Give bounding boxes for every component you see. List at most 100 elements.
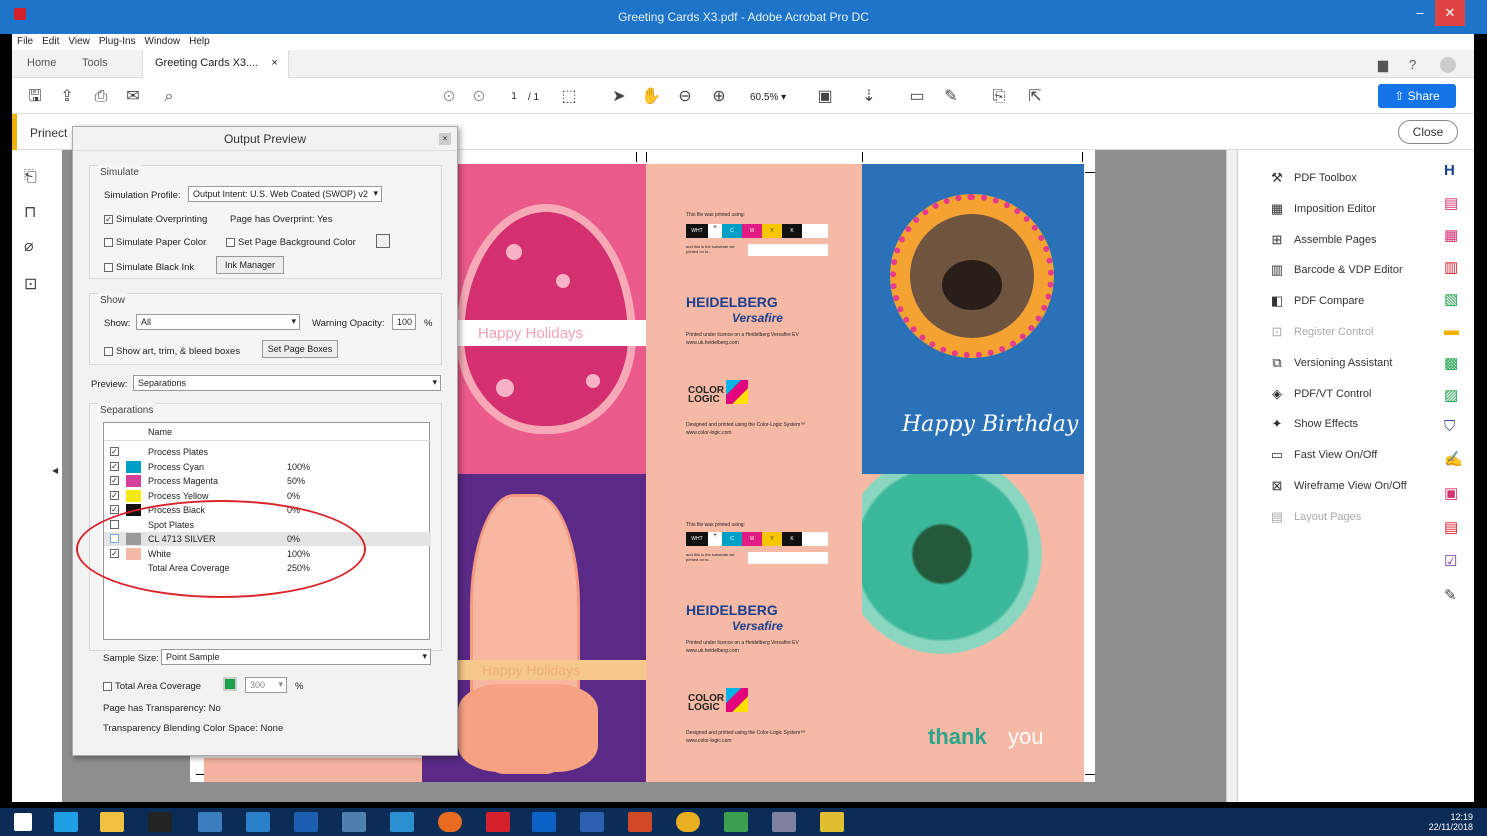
bookmark-icon[interactable]: ⊓	[24, 202, 36, 222]
edit-pdf-icon[interactable]: ▧	[1444, 290, 1458, 308]
app-icon[interactable]	[390, 812, 414, 832]
print-icon[interactable]: ⎙	[90, 86, 112, 108]
save-icon[interactable]: 🖫	[24, 86, 46, 108]
tool-item[interactable]: ⊠ Wireframe View On/Off	[1268, 478, 1407, 494]
email-icon[interactable]: ✉	[122, 86, 144, 108]
search-icon[interactable]: ⌕	[158, 86, 180, 108]
tool-item[interactable]: ⚒ PDF Toolbox	[1268, 170, 1357, 186]
powerpoint-icon[interactable]	[628, 812, 652, 832]
tool-item[interactable]: ◈ PDF/VT Control	[1268, 386, 1371, 402]
set-page-boxes-button[interactable]: Set Page Boxes	[262, 340, 338, 358]
upload-icon[interactable]: ⇪	[56, 86, 78, 108]
heidelberg-h-icon[interactable]: H	[1444, 162, 1455, 179]
word-icon[interactable]	[580, 812, 604, 832]
show-boxes-checkbox[interactable]: Show art, trim, & bleed boxes	[104, 346, 240, 357]
select-tool-icon[interactable]: ➤	[608, 86, 630, 108]
menu-window[interactable]: Window	[140, 34, 185, 47]
account-icon[interactable]	[1440, 57, 1456, 73]
separation-checkbox[interactable]: ✓	[110, 446, 122, 457]
zoom-out-icon[interactable]: ⊖	[674, 86, 696, 108]
tac-color-swatch[interactable]	[223, 677, 237, 691]
system-tray[interactable]: 12:19 22/11/2018	[1429, 812, 1473, 832]
tool-item[interactable]: ▤ Layout Pages	[1268, 509, 1361, 525]
app-icon[interactable]	[820, 812, 844, 832]
page-display-icon[interactable]: ▣	[814, 86, 836, 108]
show-select[interactable]: All ▾	[136, 314, 300, 330]
print-production-icon[interactable]: ▨	[1444, 386, 1458, 404]
separation-checkbox[interactable]: ✓	[110, 490, 122, 500]
organize-icon[interactable]: ▦	[1444, 226, 1458, 244]
separation-row[interactable]: ✓ Process Yellow 0%	[104, 489, 431, 503]
firefox-icon[interactable]	[438, 812, 462, 832]
cmd-icon[interactable]	[148, 812, 172, 832]
tool-item[interactable]: ⧉ Versioning Assistant	[1268, 355, 1392, 371]
attachment-icon[interactable]: ⌀	[24, 236, 34, 256]
zoom-select[interactable]: 60.5% ▾	[750, 92, 786, 103]
comment-tool-icon[interactable]: ▭	[906, 86, 928, 108]
pdf-create-icon[interactable]: ⎘	[988, 86, 1010, 108]
simulate-overprinting-checkbox[interactable]: ✓ Simulate Overprinting	[104, 214, 207, 225]
vertical-scrollbar[interactable]	[1226, 150, 1237, 802]
outlook-icon[interactable]	[532, 812, 556, 832]
dialog-close-button[interactable]: ×	[439, 133, 451, 145]
zoom-in-icon[interactable]: ⊕	[708, 86, 730, 108]
simulate-paper-color-checkbox[interactable]: Simulate Paper Color	[104, 237, 206, 248]
tac-checkbox[interactable]: Total Area Coverage	[103, 681, 201, 692]
tab-home[interactable]: Home	[27, 57, 56, 69]
menu-view[interactable]: View	[63, 34, 94, 47]
app-icon[interactable]	[342, 812, 366, 832]
tool-item[interactable]: ◧ PDF Compare	[1268, 293, 1364, 309]
page-number-input[interactable]: 1	[504, 88, 524, 106]
page-bg-color-swatch[interactable]	[376, 234, 390, 248]
menu-help[interactable]: Help	[184, 34, 214, 47]
tool-item[interactable]: ▦ Imposition Editor	[1268, 201, 1376, 217]
export-pdf-icon[interactable]: ▥	[1444, 258, 1458, 276]
tool-item[interactable]: ⊡ Register Control	[1268, 324, 1374, 340]
chrome-icon[interactable]	[676, 812, 700, 832]
acrobat-taskbar-icon[interactable]	[486, 812, 510, 832]
powershell-icon[interactable]	[294, 812, 318, 832]
comment-tool-rail-icon[interactable]: ▬	[1444, 322, 1459, 339]
separation-checkbox[interactable]: ✓	[110, 461, 122, 471]
separation-row[interactable]: ✓ Process Cyan 100%	[104, 460, 431, 474]
prepare-form-icon[interactable]: ▣	[1444, 484, 1458, 502]
highlight-icon[interactable]: ✎	[940, 86, 962, 108]
close-tool-button[interactable]: Close	[1398, 120, 1458, 144]
more-tools-icon[interactable]: ✎	[1444, 586, 1457, 604]
send-for-review-icon[interactable]: ▤	[1444, 518, 1458, 536]
file-explorer-icon[interactable]	[100, 812, 124, 832]
export-icon[interactable]: ⇱	[1024, 86, 1046, 108]
separation-checkbox[interactable]: ✓	[110, 475, 122, 486]
ink-manager-button[interactable]: Ink Manager	[216, 256, 284, 274]
create-pdf-icon[interactable]: ▤	[1444, 194, 1458, 212]
app-icon[interactable]	[246, 812, 270, 832]
fill-sign-icon[interactable]: ✍	[1444, 450, 1463, 468]
preview-select[interactable]: Separations ▾	[133, 375, 441, 391]
simulation-profile-select[interactable]: Output Intent: U.S. Web Coated (SWOP) v2…	[188, 186, 382, 202]
collapse-left-icon[interactable]: ◀	[52, 466, 58, 475]
tab-document[interactable]: Greeting Cards X3.... ×	[142, 50, 289, 78]
sample-size-select[interactable]: Point Sample ▾	[161, 649, 431, 665]
app-icon[interactable]	[724, 812, 748, 832]
menu-edit[interactable]: Edit	[37, 34, 63, 47]
tool-item[interactable]: ✦ Show Effects	[1268, 416, 1358, 432]
scroll-mode-icon[interactable]: ⇣	[858, 86, 880, 108]
separation-row[interactable]: ✓ Process Plates	[104, 445, 431, 459]
protect-icon[interactable]: ⛉	[1444, 418, 1455, 435]
certificate-icon[interactable]: ☑	[1444, 552, 1457, 570]
app-icon[interactable]	[198, 812, 222, 832]
separation-row[interactable]: ✓ Process Magenta 50%	[104, 474, 431, 488]
menu-file[interactable]: File	[12, 34, 37, 47]
fit-page-icon[interactable]: ⬚	[558, 86, 580, 108]
tac-value-select[interactable]: 300 ▾	[245, 677, 287, 693]
pages-icon[interactable]: ⎗	[24, 168, 37, 186]
tool-item[interactable]: ⊞ Assemble Pages	[1268, 232, 1377, 248]
menu-plugins[interactable]: Plug-Ins	[94, 34, 140, 47]
comment-icon[interactable]: ▆	[1378, 57, 1388, 73]
hand-tool-icon[interactable]: ✋	[640, 86, 662, 108]
ie-icon[interactable]	[54, 812, 78, 832]
simulate-black-ink-checkbox[interactable]: Simulate Black Ink	[104, 262, 194, 273]
set-page-bg-checkbox[interactable]: Set Page Background Color	[226, 237, 356, 248]
warning-opacity-input[interactable]: 100	[392, 314, 416, 330]
security-icon[interactable]: ⊡	[24, 274, 37, 294]
